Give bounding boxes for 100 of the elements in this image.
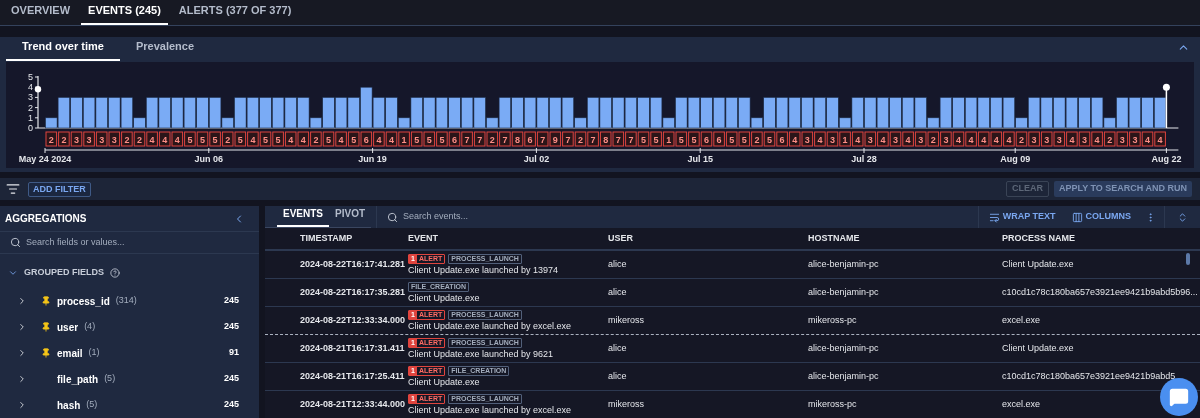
bar[interactable] (801, 97, 814, 129)
alert-count-badge[interactable]: 2 (121, 131, 133, 147)
alert-count-badge[interactable]: 2 (58, 131, 70, 147)
bar[interactable] (939, 97, 952, 129)
tab[interactable]: OVERVIEW (4, 1, 78, 25)
bar[interactable] (624, 97, 637, 129)
bar[interactable] (1040, 97, 1053, 129)
bar[interactable] (776, 97, 789, 129)
alert-count-badge[interactable]: 7 (461, 131, 473, 147)
bar[interactable] (902, 97, 915, 129)
tab[interactable]: Prevalence (119, 37, 211, 61)
alert-count-badge[interactable]: 4 (373, 131, 385, 147)
alert-count-badge[interactable]: 4 (1154, 131, 1166, 147)
bar[interactable] (410, 97, 423, 129)
alert-count-badge[interactable]: 3 (914, 131, 927, 147)
alert-count-badge[interactable]: 4 (990, 131, 1003, 147)
alert-count-badge[interactable]: 5 (259, 131, 272, 147)
alert-count-badge[interactable]: 8 (511, 131, 524, 147)
bar[interactable] (738, 97, 751, 129)
alert-count-badge[interactable]: 4 (335, 131, 347, 147)
bar[interactable] (1141, 97, 1154, 129)
bar[interactable] (498, 97, 511, 129)
bar[interactable] (637, 97, 650, 129)
bar[interactable] (70, 97, 83, 129)
alert-count-badge[interactable]: 6 (713, 131, 725, 147)
alert-count-badge[interactable]: 4 (851, 131, 864, 147)
column-header[interactable]: HOSTNAME (808, 231, 1002, 246)
alert-count-badge[interactable]: 3 (95, 131, 108, 147)
alert-count-badge[interactable]: 4 (1141, 131, 1154, 147)
bar[interactable] (839, 117, 852, 129)
bar[interactable] (372, 97, 385, 129)
column-header[interactable]: EVENT (408, 231, 608, 246)
bar[interactable] (133, 117, 146, 129)
alert-count-badge[interactable]: 3 (940, 131, 952, 147)
alert-count-badge[interactable]: 4 (171, 131, 184, 147)
bar[interactable] (889, 97, 902, 129)
alert-count-badge[interactable]: 5 (272, 131, 284, 147)
bar[interactable] (1002, 97, 1015, 129)
alert-count-badge[interactable]: 3 (1028, 131, 1040, 147)
alert-count-badge[interactable]: 5 (738, 131, 751, 147)
alert-count-badge[interactable]: 2 (927, 131, 940, 147)
alert-count-badge[interactable]: 6 (360, 131, 373, 147)
bar[interactable] (1116, 97, 1129, 129)
bar[interactable] (561, 97, 574, 129)
bar[interactable] (284, 97, 297, 129)
bar[interactable] (990, 97, 1003, 129)
chevron-right-icon[interactable] (17, 400, 27, 410)
alert-count-badge[interactable]: 2 (45, 131, 58, 147)
bar[interactable] (1028, 97, 1041, 129)
chat-button[interactable] (1160, 378, 1198, 416)
alert-count-badge[interactable]: 2 (486, 131, 499, 147)
alert-count-badge[interactable]: 7 (473, 131, 486, 147)
search-field[interactable]: Search fields or values... (26, 235, 249, 250)
alert-count-badge[interactable]: 7 (625, 131, 637, 147)
bar[interactable] (650, 97, 663, 129)
alert-count-badge[interactable]: 3 (1078, 131, 1091, 147)
alert-count-badge[interactable]: 2 (221, 131, 234, 147)
help-icon[interactable] (110, 268, 120, 278)
tab[interactable]: PIVOT (329, 206, 372, 228)
bar[interactable] (234, 97, 247, 129)
bar[interactable] (1053, 97, 1066, 129)
bar[interactable] (95, 97, 108, 129)
alert-count-badge[interactable]: 4 (977, 131, 990, 147)
alert-count-badge[interactable]: 4 (902, 131, 914, 147)
bar[interactable] (763, 97, 776, 129)
field-name[interactable]: hash (57, 397, 81, 413)
bar[interactable] (914, 97, 927, 129)
alert-count-badge[interactable]: 5 (234, 131, 247, 147)
bar[interactable] (259, 97, 272, 129)
alert-count-badge[interactable]: 9 (549, 131, 562, 147)
bar[interactable] (713, 97, 726, 129)
bar[interactable] (700, 97, 713, 129)
bar[interactable] (1078, 97, 1091, 129)
bar[interactable] (146, 97, 159, 129)
alert-count-badge[interactable]: 3 (1116, 131, 1129, 147)
bar[interactable] (1103, 117, 1116, 129)
alert-count-badge[interactable]: 7 (499, 131, 511, 147)
alert-count-badge[interactable]: 2 (133, 131, 146, 147)
alert-count-badge[interactable]: 5 (436, 131, 448, 147)
alert-count-badge[interactable]: 2 (310, 131, 322, 147)
bar[interactable] (360, 86, 373, 129)
pin-icon[interactable] (40, 322, 51, 332)
alert-count-badge[interactable]: 3 (889, 131, 902, 147)
alert-count-badge[interactable]: 4 (247, 131, 259, 147)
bar[interactable] (788, 97, 801, 129)
bar[interactable] (335, 97, 348, 129)
alert-count-badge[interactable]: 5 (347, 131, 360, 147)
chevron-down-icon[interactable] (8, 268, 18, 278)
alert-count-badge[interactable]: 3 (826, 131, 839, 147)
alert-count-badge[interactable]: 6 (524, 131, 536, 147)
bar[interactable] (662, 117, 675, 129)
chevron-right-icon[interactable] (17, 322, 27, 332)
alert-count-badge[interactable]: 5 (423, 131, 436, 147)
alert-count-badge[interactable]: 4 (1091, 131, 1103, 147)
bar[interactable] (120, 97, 133, 129)
bar[interactable] (272, 97, 285, 129)
alert-count-badge[interactable]: 4 (877, 131, 889, 147)
alert-count-badge[interactable]: 2 (574, 131, 587, 147)
bar[interactable] (108, 97, 121, 129)
bar[interactable] (864, 97, 877, 129)
